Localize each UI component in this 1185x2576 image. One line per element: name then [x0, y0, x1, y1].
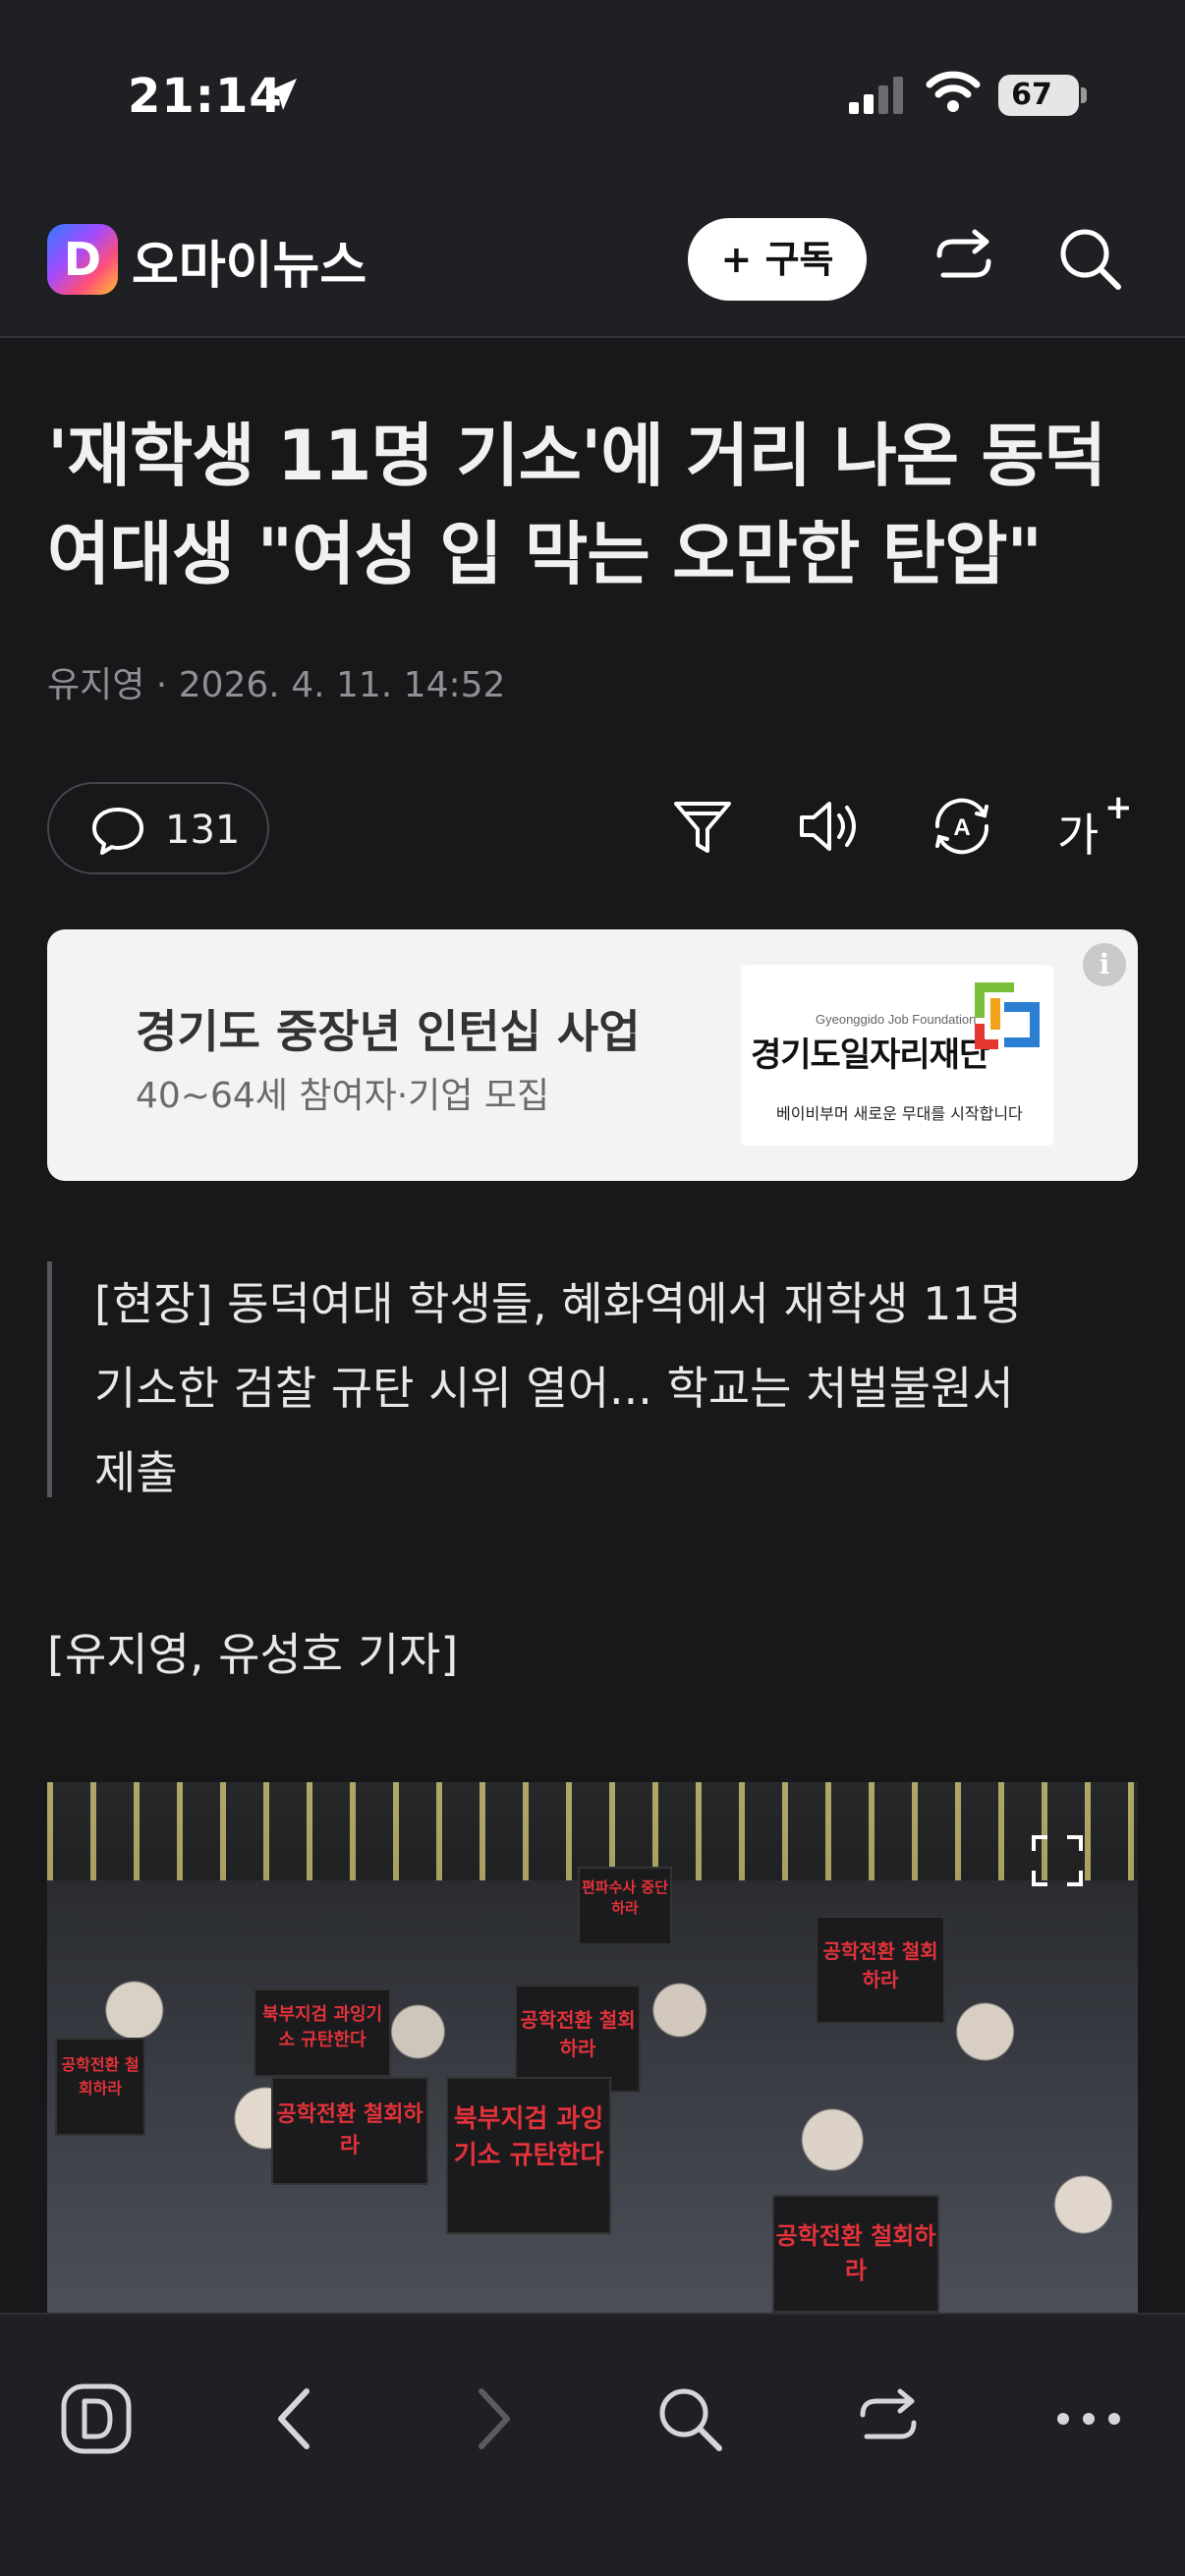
share-icon[interactable] — [930, 224, 998, 293]
summary-line-1: [현장] 동덕여대 학생들, 혜화역에서 재학생 11명 — [94, 1277, 1022, 1330]
location-arrow-icon — [265, 79, 297, 110]
expand-icon[interactable] — [1030, 1833, 1085, 1888]
protest-sign: 북부지검 과잉기소 규탄한다 — [254, 1988, 391, 2077]
comment-icon — [92, 808, 143, 855]
reporter-credit: [유지영, 유성호 기자] — [47, 1628, 459, 1681]
signal-icon — [849, 77, 903, 114]
search-icon[interactable] — [652, 2381, 727, 2456]
share-icon[interactable] — [851, 2381, 926, 2456]
subscribe-button[interactable]: + 구독 — [688, 218, 867, 301]
comment-count: 131 — [165, 808, 241, 853]
comment-button[interactable]: 131 — [47, 782, 269, 874]
back-icon[interactable] — [265, 2381, 324, 2456]
protest-sign: 공학전환 철회하라 — [271, 2077, 428, 2185]
svg-text:A: A — [953, 814, 970, 841]
protest-sign: 편파수사 중단하라 — [578, 1867, 672, 1945]
ad-logo-en: Gyeonggido Job Foundation — [816, 1012, 977, 1027]
ad-logo-ko: 경기도일자리재단 — [751, 1036, 989, 1075]
ad-logo: Gyeonggido Job Foundation 경기도일자리재단 베이비부머… — [741, 965, 1053, 1146]
forward-icon[interactable] — [464, 2381, 523, 2456]
article-summary: [현장] 동덕여대 학생들, 혜화역에서 재학생 11명 기소한 검찰 규탄 시… — [94, 1261, 1136, 1515]
ad-subtitle: 40~64세 참여자·기업 모집 — [136, 1076, 550, 1116]
summary-line-3: 제출 — [94, 1446, 178, 1499]
font-size-label: 가 — [1057, 809, 1100, 862]
plus-icon: + — [1104, 788, 1133, 827]
search-icon[interactable] — [1055, 224, 1126, 295]
bottom-nav-bar — [0, 2313, 1185, 2576]
headline-line-1: '재학생 11명 기소'에 거리 나온 동덕 — [47, 416, 1106, 496]
status-time: 21:14 — [128, 69, 283, 124]
filter-icon[interactable] — [668, 792, 737, 861]
publisher-name[interactable]: 오마이뉴스 — [132, 224, 367, 298]
daum-home-icon[interactable] — [59, 2381, 134, 2456]
headline-line-2: 여대생 "여성 입 막는 오만한 탄압" — [47, 514, 1043, 594]
translate-icon[interactable]: A — [928, 792, 996, 861]
battery-cap — [1081, 87, 1087, 103]
daum-logo-letter: D — [63, 233, 102, 286]
more-icon[interactable] — [1051, 2381, 1126, 2456]
foundation-mark-icon — [975, 982, 1040, 1049]
protest-sign: 공학전환 철회하라 — [772, 2195, 939, 2313]
status-bar: 21:14 67 — [0, 0, 1185, 181]
summary-bar — [47, 1261, 52, 1497]
protest-sign: 공학전환 철회하라 — [55, 2038, 145, 2136]
summary-line-2: 기소한 검찰 규탄 시위 열어... 학교는 처벌불원서 — [94, 1362, 1014, 1415]
battery-indicator: 67 — [998, 75, 1079, 116]
font-size-icon[interactable]: 가 + — [1057, 788, 1136, 862]
ad-logo-tagline: 베이비부머 새로운 무대를 시작합니다 — [776, 1104, 1023, 1123]
daum-logo[interactable]: D — [47, 224, 118, 295]
speaker-icon[interactable] — [796, 792, 867, 861]
ad-banner[interactable]: 경기도 중장년 인턴십 사업 40~64세 참여자·기업 모집 Gyeonggi… — [47, 929, 1138, 1181]
article-photo[interactable]: 공학전환 철회하라 북부지검 과잉기소 규탄한다 공학전환 철회하라 공학전환 … — [47, 1782, 1138, 2313]
protest-sign: 공학전환 철회하라 — [816, 1916, 945, 2024]
wifi-icon — [926, 71, 981, 112]
ad-title: 경기도 중장년 인턴십 사업 — [136, 1005, 641, 1058]
protest-sign: 북부지검 과잉기소 규탄한다 — [446, 2077, 611, 2234]
battery-level: 67 — [1011, 78, 1052, 112]
article-headline: '재학생 11명 기소'에 거리 나온 동덕 여대생 "여성 입 막는 오만한 … — [47, 407, 1138, 603]
app-header: D 오마이뉴스 + 구독 — [0, 181, 1185, 338]
ad-info-icon[interactable]: i — [1083, 943, 1126, 986]
article-byline: 유지영 · 2026. 4. 11. 14:52 — [47, 665, 506, 705]
